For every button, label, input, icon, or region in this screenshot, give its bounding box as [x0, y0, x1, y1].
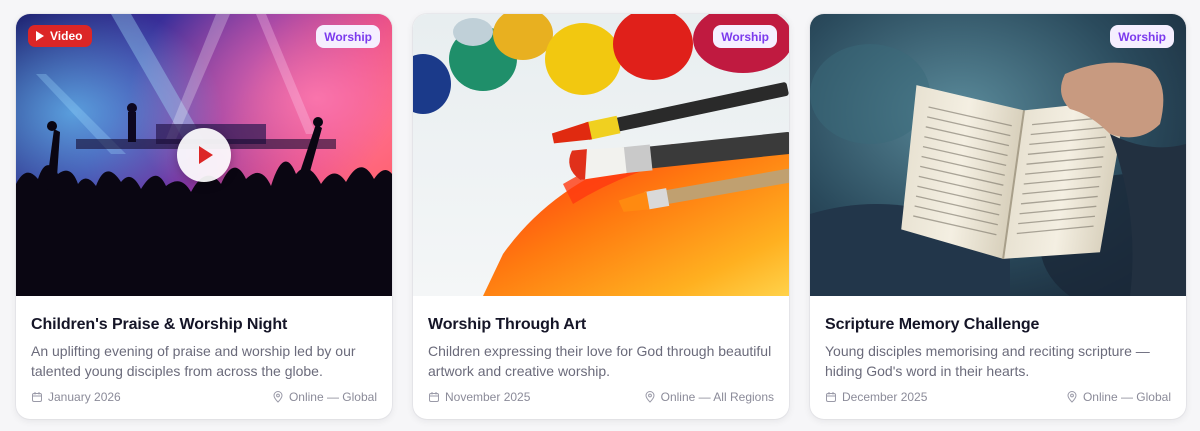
- calendar-icon: [429, 392, 439, 402]
- play-icon: [36, 31, 44, 41]
- category-badge: Worship: [1110, 25, 1174, 48]
- event-date-text: December 2025: [842, 390, 928, 404]
- card-description: An uplifting evening of praise and worsh…: [31, 343, 356, 379]
- event-date: December 2025: [825, 390, 927, 404]
- card-meta: December 2025 Online — Global: [825, 390, 1171, 404]
- event-date: November 2025: [428, 390, 530, 404]
- card-title: Scripture Memory Challenge: [825, 316, 1040, 333]
- card-description: Young disciples memorising and reciting …: [825, 343, 1150, 379]
- video-badge: Video: [28, 25, 93, 47]
- location-pin-icon: [1067, 391, 1077, 403]
- event-card[interactable]: Worship Worship Through Art Children exp…: [413, 14, 789, 419]
- event-location: Online — Global: [1066, 390, 1171, 404]
- event-date: January 2026: [31, 390, 121, 404]
- card-title: Children's Praise & Worship Night: [31, 316, 288, 333]
- card-title: Worship Through Art: [428, 316, 587, 333]
- card-body: Scripture Memory Challenge Young discipl…: [810, 296, 1186, 381]
- bible-image: [810, 14, 1186, 296]
- event-location: Online — Global: [272, 390, 377, 404]
- card-description: Children expressing their love for God t…: [428, 343, 772, 379]
- location-pin-icon: [273, 391, 283, 403]
- event-location-text: Online — Global: [1082, 390, 1171, 404]
- calendar-icon: [826, 392, 836, 402]
- event-location-text: Online — Global: [288, 390, 377, 404]
- event-location: Online — All Regions: [644, 390, 774, 404]
- card-meta: November 2025 Online — All Regions: [428, 390, 774, 404]
- category-badge: Worship: [316, 25, 380, 48]
- event-date-text: November 2025: [445, 390, 531, 404]
- event-card[interactable]: Video Worship Children's Praise & Worshi…: [16, 14, 392, 419]
- video-badge-label: Video: [50, 29, 83, 43]
- play-icon: [199, 146, 213, 164]
- play-button[interactable]: [177, 128, 231, 182]
- event-location-text: Online — All Regions: [660, 390, 774, 404]
- category-badge: Worship: [713, 25, 777, 48]
- card-image-paint[interactable]: Worship: [413, 14, 789, 296]
- card-meta: January 2026 Online — Global: [31, 390, 377, 404]
- event-card-grid: Video Worship Children's Praise & Worshi…: [16, 14, 1186, 419]
- card-body: Worship Through Art Children expressing …: [413, 296, 789, 381]
- location-pin-icon: [645, 391, 655, 403]
- paint-brushes-image: [413, 14, 789, 296]
- card-image-concert[interactable]: Video Worship: [16, 14, 392, 296]
- card-image-bible[interactable]: Worship: [810, 14, 1186, 296]
- event-date-text: January 2026: [48, 390, 121, 404]
- calendar-icon: [32, 392, 42, 402]
- card-body: Children's Praise & Worship Night An upl…: [16, 296, 392, 381]
- event-card[interactable]: Worship Scripture Memory Challenge Young…: [810, 14, 1186, 419]
